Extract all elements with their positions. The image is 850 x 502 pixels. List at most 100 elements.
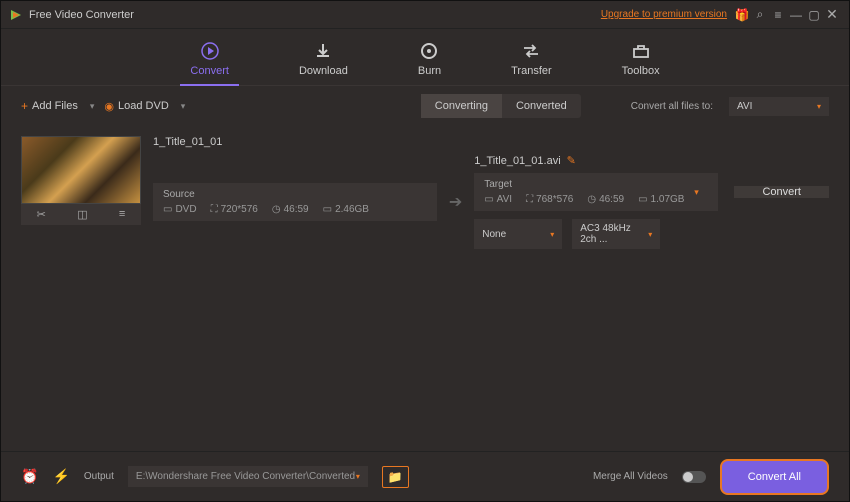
footer: ⏰ ⚡ Output E:\Wondershare Free Video Con… (1, 451, 849, 501)
add-files-label: Add Files (32, 100, 78, 112)
target-meta: ▭ AVI ⛶768*576 ◷46:59 ▭ 1.07GB (484, 194, 684, 205)
download-icon (313, 41, 333, 61)
titlebar: Free Video Converter Upgrade to premium … (1, 1, 849, 29)
file-list: ✂ ◫ ≡ 1_Title_01_01 Source ▭DVD ⛶720*576… (1, 126, 849, 451)
folder-icon: ▭ (638, 194, 647, 205)
subtitle-select[interactable]: None ▾ (474, 219, 562, 249)
target-resolution: 768*576 (536, 194, 573, 205)
tab-label: Download (299, 65, 348, 77)
seg-converted[interactable]: Converted (502, 94, 581, 118)
search-icon[interactable]: ⌕ (751, 7, 769, 22)
minimize-icon[interactable]: — (787, 8, 805, 22)
tab-label: Transfer (511, 65, 552, 77)
convert-all-format-label: Convert all files to: (631, 101, 713, 112)
tab-transfer[interactable]: Transfer (501, 37, 562, 85)
file-item: ✂ ◫ ≡ 1_Title_01_01 Source ▭DVD ⛶720*576… (21, 136, 829, 249)
tab-download[interactable]: Download (289, 37, 358, 85)
toolbar: + Add Files ▾ ◉ Load DVD ▾ Converting Co… (1, 86, 849, 126)
convert-icon (200, 41, 220, 61)
gpu-icon[interactable]: ⚡ (52, 468, 69, 485)
resolution-icon: ⛶ (211, 204, 218, 215)
source-duration: 46:59 (284, 204, 309, 215)
schedule-icon[interactable]: ⏰ (21, 468, 38, 485)
chevron-down-icon: ▾ (90, 101, 95, 112)
load-dvd-button[interactable]: ◉ Load DVD ▾ (104, 100, 185, 113)
merge-toggle[interactable] (682, 471, 706, 483)
format-select[interactable]: AVI ▾ (729, 97, 829, 116)
target-column: 1_Title_01_01.avi ✎ Target ▭ AVI ⛶768*576 (474, 154, 829, 249)
chevron-down-icon: ▾ (817, 102, 821, 111)
source-panel: Source ▭DVD ⛶720*576 ◷46:59 ▭2.46GB (153, 183, 437, 221)
source-resolution: 720*576 (221, 204, 258, 215)
app-logo-icon (9, 8, 23, 22)
effects-icon[interactable]: ≡ (119, 208, 125, 221)
resolution-icon: ⛶ (526, 194, 533, 205)
add-files-button[interactable]: + Add Files ▾ (21, 99, 94, 113)
stream-selects: None ▾ AC3 48kHz 2ch ... ▾ (474, 219, 829, 249)
format-value: AVI (737, 101, 752, 112)
target-size: 1.07GB (651, 194, 685, 205)
close-icon[interactable]: ✕ (823, 6, 841, 23)
seg-converting[interactable]: Converting (421, 94, 502, 118)
chevron-down-icon: ▾ (550, 230, 554, 239)
convert-button[interactable]: Convert (734, 186, 829, 198)
clock-icon: ◷ (272, 204, 281, 215)
chevron-down-icon: ▾ (356, 472, 360, 481)
chevron-down-icon[interactable]: ▾ (684, 179, 708, 205)
audio-select[interactable]: AC3 48kHz 2ch ... ▾ (572, 219, 660, 249)
target-duration: 46:59 (599, 194, 624, 205)
gift-icon[interactable]: 🎁 (733, 8, 751, 22)
target-type: AVI (497, 194, 512, 205)
chevron-down-icon: ▾ (181, 101, 186, 112)
clock-icon: ◷ (587, 194, 596, 205)
menu-icon[interactable]: ≡ (769, 8, 787, 22)
main-tabs: Convert Download Burn Transfer Toolbox (1, 29, 849, 86)
source-label: Source (163, 189, 427, 200)
toolbox-icon (631, 41, 651, 61)
maximize-icon[interactable]: ▢ (805, 8, 823, 22)
trim-icon[interactable]: ✂ (37, 208, 46, 221)
output-path-select[interactable]: E:\Wondershare Free Video Converter\Conv… (128, 466, 368, 487)
edit-icon[interactable]: ✎ (567, 154, 576, 167)
burn-icon (419, 41, 439, 61)
file-icon: ▭ (484, 194, 493, 205)
upgrade-link[interactable]: Upgrade to premium version (601, 9, 727, 20)
file-icon: ▭ (163, 204, 172, 215)
subtitle-value: None (482, 229, 506, 240)
status-segment: Converting Converted (421, 94, 581, 118)
chevron-down-icon: ▾ (648, 230, 652, 239)
crop-icon[interactable]: ◫ (77, 208, 87, 221)
output-path-value: E:\Wondershare Free Video Converter\Conv… (136, 471, 355, 482)
merge-label: Merge All Videos (593, 471, 668, 482)
item-body: 1_Title_01_01 Source ▭DVD ⛶720*576 ◷46:5… (153, 136, 829, 249)
target-filename-row: 1_Title_01_01.avi ✎ (474, 154, 829, 167)
tab-convert[interactable]: Convert (180, 37, 239, 85)
main-window: Free Video Converter Upgrade to premium … (0, 0, 850, 502)
tab-toolbox[interactable]: Toolbox (612, 37, 670, 85)
folder-icon: ▭ (323, 204, 332, 215)
disc-icon: ◉ (104, 100, 114, 113)
app-title: Free Video Converter (29, 9, 601, 21)
source-filename: 1_Title_01_01 (153, 136, 829, 148)
target-filename: 1_Title_01_01.avi (474, 155, 560, 167)
load-dvd-label: Load DVD (118, 100, 169, 112)
video-thumbnail[interactable] (21, 136, 141, 204)
tab-burn[interactable]: Burn (408, 37, 451, 85)
target-panel[interactable]: Target ▭ AVI ⛶768*576 ◷46:59 ▭ 1.07GB ▾ (474, 173, 718, 211)
convert-all-button[interactable]: Convert All (720, 459, 829, 495)
thumbnail-tools: ✂ ◫ ≡ (21, 204, 141, 225)
tab-label: Convert (190, 65, 229, 77)
arrow-right-icon: ➔ (445, 192, 466, 212)
open-folder-button[interactable]: 📁 (382, 466, 409, 488)
plus-icon: + (21, 99, 28, 113)
thumbnail-column: ✂ ◫ ≡ (21, 136, 141, 225)
output-label: Output (84, 471, 114, 482)
tab-label: Toolbox (622, 65, 660, 77)
target-label: Target (484, 179, 684, 190)
source-meta: ▭DVD ⛶720*576 ◷46:59 ▭2.46GB (163, 204, 427, 215)
transfer-icon (521, 41, 541, 61)
source-type: DVD (175, 204, 196, 215)
source-size: 2.46GB (335, 204, 369, 215)
audio-value: AC3 48kHz 2ch ... (580, 223, 648, 245)
tab-label: Burn (418, 65, 441, 77)
